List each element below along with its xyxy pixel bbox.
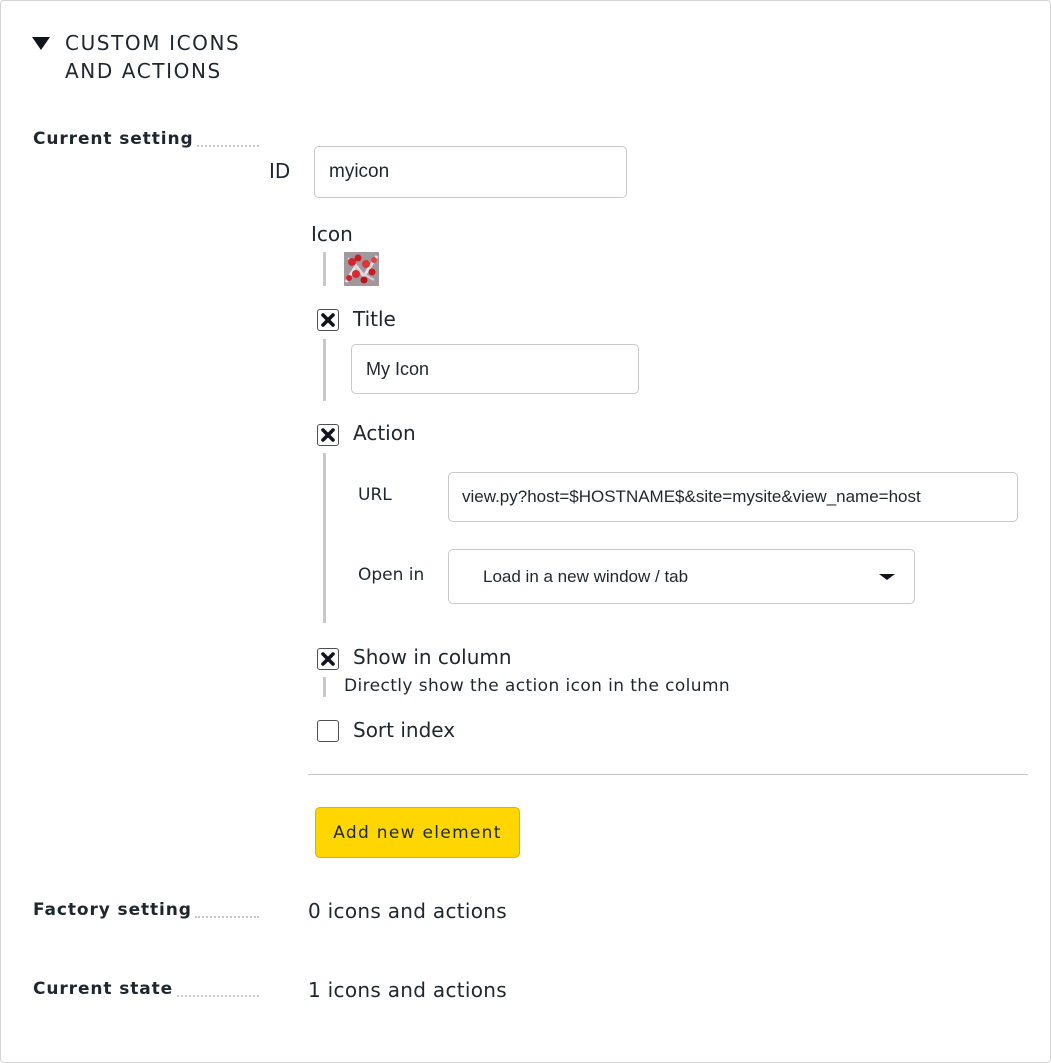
factory-setting-label: Factory setting [33,900,192,920]
show-in-column-label: Show in column [353,645,512,669]
url-label: URL [358,485,392,505]
url-input[interactable]: view.py?host=$HOSTNAME$&site=mysite&view… [448,472,1018,522]
chevron-down-icon [879,573,895,580]
show-in-column-checkbox[interactable] [317,648,339,670]
section-title-line1: CUSTOM ICONS [65,31,241,55]
url-input-value: view.py?host=$HOSTNAME$&site=mysite&view… [462,487,921,506]
title-checkbox-label: Title [353,307,396,331]
settings-panel: CUSTOM ICONS AND ACTIONS Current setting… [0,0,1051,1063]
checkmark-x-icon [321,313,335,327]
title-indent-line [323,339,326,401]
checkmark-x-icon [321,428,335,442]
current-setting-dots [197,145,259,147]
action-checkbox-label: Action [353,421,416,445]
icon-preview[interactable] [344,252,379,286]
collapse-triangle-icon[interactable] [32,37,50,50]
sort-index-checkbox[interactable] [317,720,339,742]
current-state-label: Current state [33,979,174,999]
sort-index-label: Sort index [353,718,456,742]
berries-image-icon [344,252,379,286]
open-in-select-value: Load in a new window / tab [483,566,689,586]
id-input-value: myicon [329,161,390,182]
separator [308,774,1028,775]
id-input[interactable]: myicon [314,146,627,198]
current-setting-label: Current setting [33,129,194,149]
title-input[interactable]: My Icon [351,344,639,394]
action-indent-line [323,453,326,623]
title-checkbox[interactable] [317,309,339,331]
icon-label: Icon [311,222,353,246]
add-new-element-label: Add new element [333,822,502,843]
show-in-column-indent-line [323,677,326,697]
current-state-dots [177,995,259,997]
factory-setting-value: 0 icons and actions [308,899,507,923]
icon-indent-line [323,252,326,286]
checkmark-x-icon [321,652,335,666]
factory-setting-dots [195,916,259,918]
title-input-value: My Icon [366,358,430,379]
action-checkbox[interactable] [317,424,339,446]
add-new-element-button[interactable]: Add new element [315,807,520,858]
section-title-line2: AND ACTIONS [65,59,222,83]
current-state-value: 1 icons and actions [308,978,507,1002]
open-in-select[interactable]: Load in a new window / tab [448,549,915,604]
id-label: ID [269,159,291,183]
section-title[interactable]: CUSTOM ICONS AND ACTIONS [65,29,295,85]
show-in-column-help: Directly show the action icon in the col… [344,676,731,696]
open-in-label: Open in [358,565,425,585]
